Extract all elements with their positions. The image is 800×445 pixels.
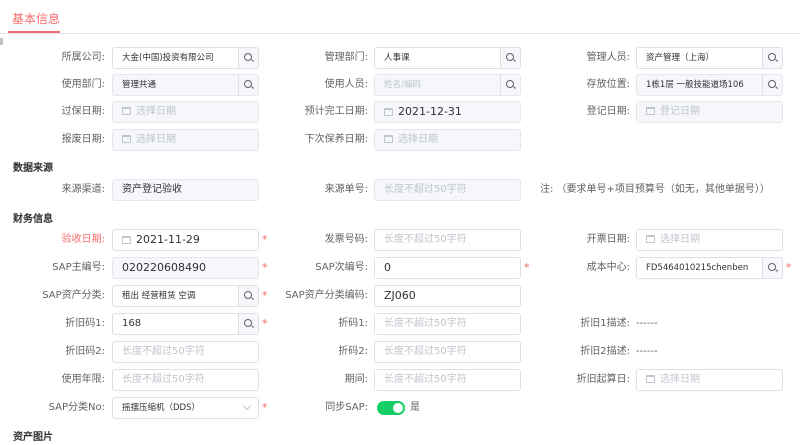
search-icon[interactable] — [762, 258, 782, 278]
invoice-date-field[interactable]: 选择日期 — [636, 229, 783, 251]
register-date-label: 登记日期: — [586, 106, 630, 117]
expected-date-label: 预计完工日期: — [304, 106, 368, 117]
sap-sub-label: SAP次编号: — [315, 262, 368, 273]
section-data-source: 数据来源 — [13, 163, 53, 174]
scrap-date-field[interactable]: 选择日期 — [112, 129, 259, 151]
discount2-field[interactable]: 长度不超过50字符 — [374, 341, 521, 363]
register-date-field[interactable]: 登记日期 — [636, 101, 783, 123]
user-field[interactable]: 姓名/编码 — [374, 74, 521, 96]
use-years-label: 使用年限: — [61, 374, 105, 385]
discount1-label: 折码1: — [338, 318, 368, 329]
warranty-date-field[interactable]: 选择日期 — [112, 101, 259, 123]
period-field[interactable]: 长度不超过50字符 — [374, 369, 521, 391]
manage-dept-label: 管理部门: — [324, 52, 368, 63]
use-dept-field[interactable]: 管理共通 — [112, 74, 259, 96]
required-star: * — [262, 233, 268, 246]
company-label: 所属公司: — [61, 52, 105, 63]
sync-sap-toggle[interactable] — [377, 401, 405, 415]
company-field[interactable]: 大金(中国)投资有限公司 — [112, 47, 259, 69]
invoice-no-label: 发票号码: — [324, 234, 368, 245]
discount1-field[interactable]: 长度不超过50字符 — [374, 313, 521, 335]
tab-bar: 基本信息 — [0, 0, 800, 34]
invoice-date-label: 开票日期: — [586, 234, 630, 245]
channel-label: 来源渠道: — [61, 184, 105, 195]
warranty-date-label: 过保日期: — [61, 106, 105, 117]
edge-marker — [0, 38, 3, 45]
dep-code1-field[interactable]: 168 — [112, 313, 259, 335]
dep-code1-label: 折旧码1: — [65, 318, 105, 329]
manager-field[interactable]: 资产管理（上海） — [636, 47, 783, 69]
cost-center-label: 成本中心: — [586, 262, 630, 273]
sync-sap-value: 是 — [410, 402, 420, 413]
manager-label: 管理人员: — [586, 52, 630, 63]
source-note: 注: （要求单号+项目预算号（如无，其他单据号）） — [540, 184, 770, 195]
required-star: * — [262, 261, 268, 274]
cost-center-field[interactable]: FD5464010215chenben — [636, 257, 783, 279]
search-icon[interactable] — [500, 75, 520, 95]
dep-code2-label: 折旧码2: — [65, 346, 105, 357]
sap-category-label: SAP分类No: — [48, 402, 105, 413]
source-no-label: 来源单号: — [324, 184, 368, 195]
search-icon[interactable] — [238, 75, 258, 95]
dep-start-field[interactable]: 选择日期 — [636, 369, 783, 391]
search-icon[interactable] — [238, 48, 258, 68]
sap-class-code-field[interactable]: ZJ060 — [374, 285, 521, 307]
sync-sap-label: 同步SAP: — [325, 402, 368, 413]
search-icon[interactable] — [238, 286, 258, 306]
user-label: 使用人员: — [324, 79, 368, 90]
calendar-icon — [122, 107, 131, 115]
sap-class-label: SAP资产分类: — [42, 290, 105, 301]
required-star: * — [262, 317, 268, 330]
sap-sub-field[interactable]: 0 — [374, 257, 521, 279]
sap-main-label: SAP主编号: — [52, 262, 105, 273]
calendar-icon — [122, 236, 131, 244]
next-maint-date-label: 下次保养日期: — [304, 134, 368, 145]
accept-date-field[interactable]: 2021-11-29 — [112, 229, 259, 251]
calendar-icon — [384, 135, 393, 143]
search-icon[interactable] — [500, 48, 520, 68]
search-icon[interactable] — [762, 48, 782, 68]
chevron-down-icon — [242, 401, 252, 411]
period-label: 期间: — [344, 374, 368, 385]
scrap-date-label: 报废日期: — [61, 134, 105, 145]
location-field[interactable]: 1栋1层 一般技能道场106 — [636, 74, 783, 96]
section-finance: 财务信息 — [13, 214, 53, 225]
channel-field[interactable]: 资产登记验收 — [112, 179, 259, 201]
required-star: * — [262, 401, 268, 414]
invoice-no-field[interactable]: 长度不超过50字符 — [374, 229, 521, 251]
location-label: 存放位置: — [586, 79, 630, 90]
tab-basic-info[interactable]: 基本信息 — [12, 10, 60, 27]
source-no-field[interactable]: 长度不超过50字符 — [374, 179, 521, 201]
tab-active-indicator — [8, 31, 60, 33]
required-star: * — [262, 289, 268, 302]
dep-start-label: 折旧起算日: — [576, 374, 630, 385]
use-dept-label: 使用部门: — [61, 79, 105, 90]
calendar-icon — [646, 107, 655, 115]
calendar-icon — [646, 375, 655, 383]
calendar-icon — [646, 235, 655, 243]
sap-main-field[interactable]: 020220608490 — [112, 257, 259, 279]
expected-date-field[interactable]: 2021-12-31 — [374, 101, 521, 123]
sap-category-select[interactable]: 摇摆压缩机（DDS） — [112, 397, 259, 419]
dep2-desc-label: 折旧2描述: — [580, 346, 630, 357]
sap-class-field[interactable]: 租出 经营租赁 空调 — [112, 285, 259, 307]
discount2-label: 折码2: — [338, 346, 368, 357]
dep1-desc-value: ------ — [636, 318, 658, 329]
next-maint-date-field[interactable]: 选择日期 — [374, 129, 521, 151]
dep1-desc-label: 折旧1描述: — [580, 318, 630, 329]
sap-class-code-label: SAP资产分类编码: — [285, 290, 368, 301]
calendar-icon — [384, 108, 393, 116]
search-icon[interactable] — [762, 75, 782, 95]
required-star: * — [524, 261, 530, 274]
required-star: * — [786, 261, 792, 274]
use-years-field[interactable]: 长度不超过50字符 — [112, 369, 259, 391]
calendar-icon — [122, 135, 131, 143]
dep2-desc-value: ------ — [636, 346, 658, 357]
search-icon[interactable] — [238, 314, 258, 334]
dep-code2-field[interactable]: 长度不超过50字符 — [112, 341, 259, 363]
section-asset-images: 资产图片 — [13, 432, 53, 443]
manage-dept-field[interactable]: 人事课 — [374, 47, 521, 69]
accept-date-label: 验收日期: — [61, 234, 105, 245]
